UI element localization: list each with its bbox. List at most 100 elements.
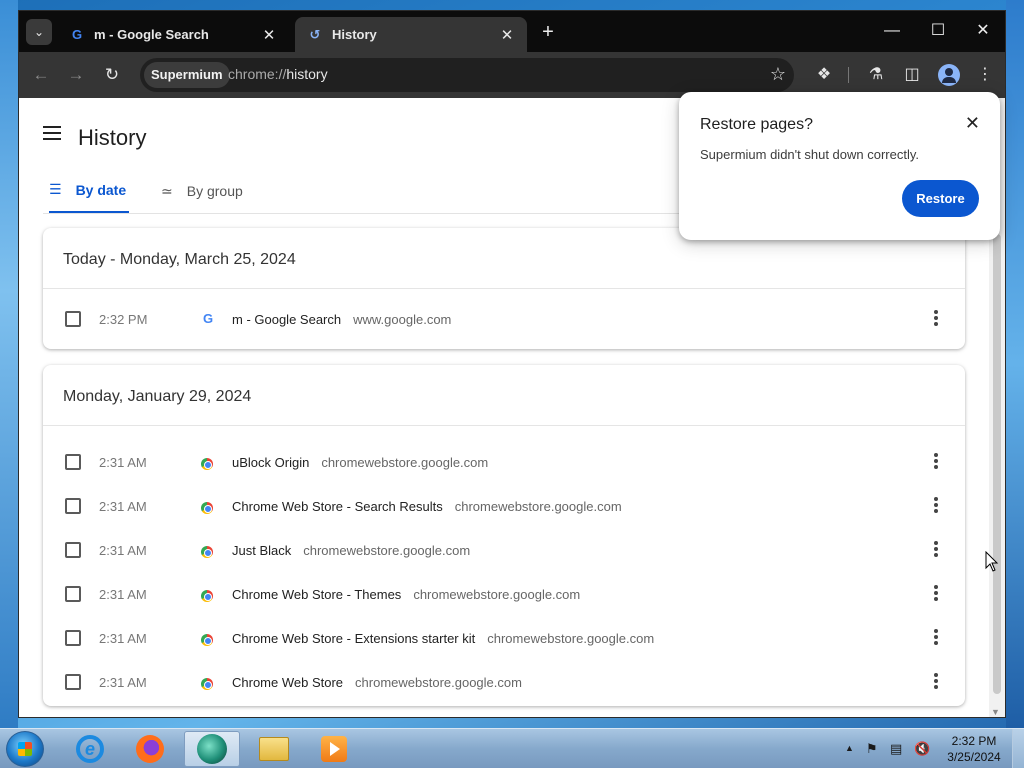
maximize-icon: ☐ [930, 22, 946, 39]
close-icon[interactable]: ✕ [965, 113, 980, 134]
tab-by-date[interactable]: ☰ By date [49, 168, 129, 214]
more-actions-icon[interactable] [933, 310, 939, 328]
history-entry[interactable]: 2:31 AM Chrome Web Store chromewebstore.g… [43, 660, 965, 704]
tab-by-group[interactable]: ≃ By group [161, 168, 271, 214]
firefox-icon [136, 735, 164, 763]
menu-button[interactable]: ⋮ [974, 64, 996, 86]
taskbar-supermium[interactable] [184, 731, 240, 767]
entry-domain: www.google.com [353, 311, 452, 327]
taskbar-clock[interactable]: 2:32 PM 3/25/2024 [942, 733, 1006, 765]
taskbar-file-explorer[interactable] [246, 731, 302, 767]
new-tab-button[interactable]: + [537, 21, 559, 43]
volume-muted-icon[interactable]: 🔇 [914, 741, 930, 757]
back-button[interactable]: ← [30, 64, 52, 86]
maximize-button[interactable]: ☐ [927, 20, 949, 42]
taskbar-firefox[interactable] [122, 731, 178, 767]
history-entry[interactable]: 2:31 AM Just Black chromewebstore.google.… [43, 528, 965, 572]
entry-title: uBlock Origin [232, 454, 310, 470]
more-actions-icon[interactable] [933, 585, 939, 603]
history-entry[interactable]: 2:31 AM Chrome Web Store - Search Result… [43, 484, 965, 528]
entry-link[interactable]: Chrome Web Store - Search Results chromew… [232, 499, 622, 514]
entry-checkbox[interactable] [65, 454, 81, 470]
windows-taskbar: e ▲ ⚑ ▤ 🔇 2:32 PM 3/25/2024 [0, 728, 1024, 768]
action-center-flag-icon[interactable]: ⚑ [866, 741, 878, 757]
entry-checkbox[interactable] [65, 542, 81, 558]
entry-time: 2:31 AM [99, 630, 147, 646]
kebab-menu-icon: ⋮ [977, 66, 993, 83]
desktop-background-right [1006, 0, 1024, 728]
scrollbar-thumb[interactable] [993, 234, 1001, 694]
hamburger-menu-icon[interactable] [43, 126, 61, 140]
flask-icon: ⚗ [868, 66, 884, 83]
url-host: history [286, 66, 328, 82]
entry-time: 2:31 AM [99, 542, 147, 558]
more-actions-icon[interactable] [933, 497, 939, 515]
tab-google-search[interactable]: G m - Google Search ✕ [57, 17, 289, 52]
address-bar[interactable]: Supermium chrome://history ☆ [140, 58, 794, 92]
tab-strip: ⌄ G m - Google Search ✕ ↺ History ✕ + — … [19, 11, 1005, 52]
tab-label: By group [186, 183, 243, 199]
reload-button[interactable]: ↻ [101, 64, 123, 86]
entry-link[interactable]: Chrome Web Store - Extensions starter ki… [232, 631, 654, 646]
profile-avatar-icon[interactable] [938, 64, 960, 86]
history-icon: ↺ [309, 26, 321, 42]
taskbar-internet-explorer[interactable]: e [62, 731, 118, 767]
google-g-icon: G [71, 27, 83, 42]
entry-link[interactable]: Just Black chromewebstore.google.com [232, 543, 470, 558]
side-panel-button[interactable]: ◫ [901, 64, 923, 86]
history-entry[interactable]: 2:31 AM Chrome Web Store - Extensions st… [43, 616, 965, 660]
entry-time: 2:31 AM [99, 586, 147, 602]
close-icon[interactable]: ✕ [261, 26, 277, 44]
entry-time: 2:32 PM [99, 311, 148, 327]
more-actions-icon[interactable] [933, 541, 939, 559]
media-player-icon [321, 736, 347, 762]
history-entry[interactable]: 2:32 PM G m - Google Search www.google.co… [43, 289, 965, 349]
window-close-button[interactable]: ✕ [972, 20, 994, 42]
toolbar-separator [848, 67, 849, 83]
forward-button[interactable]: → [65, 64, 87, 86]
chrome-web-store-icon [200, 454, 216, 470]
list-icon: ☰ [49, 181, 62, 197]
entry-title: Just Black [232, 542, 292, 558]
taskbar-media-player[interactable] [306, 731, 362, 767]
bookmark-star-icon[interactable]: ☆ [770, 64, 786, 85]
entry-link[interactable]: uBlock Origin chromewebstore.google.com [232, 455, 488, 470]
history-entry[interactable]: 2:31 AM uBlock Origin chromewebstore.goog… [43, 440, 965, 484]
entry-checkbox[interactable] [65, 498, 81, 514]
entry-time: 2:31 AM [99, 454, 147, 470]
show-desktop-button[interactable] [1012, 729, 1024, 768]
arrow-left-icon: ← [32, 65, 50, 84]
more-actions-icon[interactable] [933, 453, 939, 471]
browser-name-chip[interactable]: Supermium [144, 62, 230, 88]
history-entry[interactable]: 2:31 AM Chrome Web Store - Themes chromew… [43, 572, 965, 616]
entry-link[interactable]: Chrome Web Store chromewebstore.google.co… [232, 675, 522, 690]
tab-title: m - Google Search [94, 27, 209, 42]
network-icon[interactable]: ▤ [890, 741, 902, 757]
labs-button[interactable]: ⚗ [865, 64, 887, 86]
tab-history[interactable]: ↺ History ✕ [295, 17, 527, 52]
puzzle-icon: ❖ [816, 66, 832, 83]
restore-pages-dialog: Restore pages? ✕ Supermium didn't shut d… [679, 92, 1000, 240]
entry-link[interactable]: Chrome Web Store - Themes chromewebstore.… [232, 587, 580, 602]
entry-checkbox[interactable] [65, 311, 81, 327]
more-actions-icon[interactable] [933, 629, 939, 647]
close-icon[interactable]: ✕ [499, 26, 515, 44]
entry-checkbox[interactable] [65, 586, 81, 602]
more-actions-icon[interactable] [933, 673, 939, 691]
entry-domain: chromewebstore.google.com [303, 542, 471, 558]
scroll-down-icon[interactable]: ▼ [991, 707, 1000, 717]
tray-expand-icon[interactable]: ▲ [845, 743, 854, 753]
start-button[interactable] [6, 731, 44, 767]
entry-link[interactable]: m - Google Search www.google.com [232, 312, 451, 327]
restore-button[interactable]: Restore [902, 180, 979, 217]
entry-checkbox[interactable] [65, 674, 81, 690]
entry-checkbox[interactable] [65, 630, 81, 646]
tab-search-button[interactable]: ⌄ [26, 19, 52, 45]
url-text[interactable]: chrome://history [228, 66, 328, 82]
extensions-button[interactable]: ❖ [813, 64, 835, 86]
group-header: Monday, January 29, 2024 [43, 365, 965, 426]
file-explorer-icon [259, 737, 289, 761]
entry-domain: chromewebstore.google.com [454, 498, 622, 514]
minimize-button[interactable]: — [881, 20, 903, 42]
entry-time: 2:31 AM [99, 498, 147, 514]
